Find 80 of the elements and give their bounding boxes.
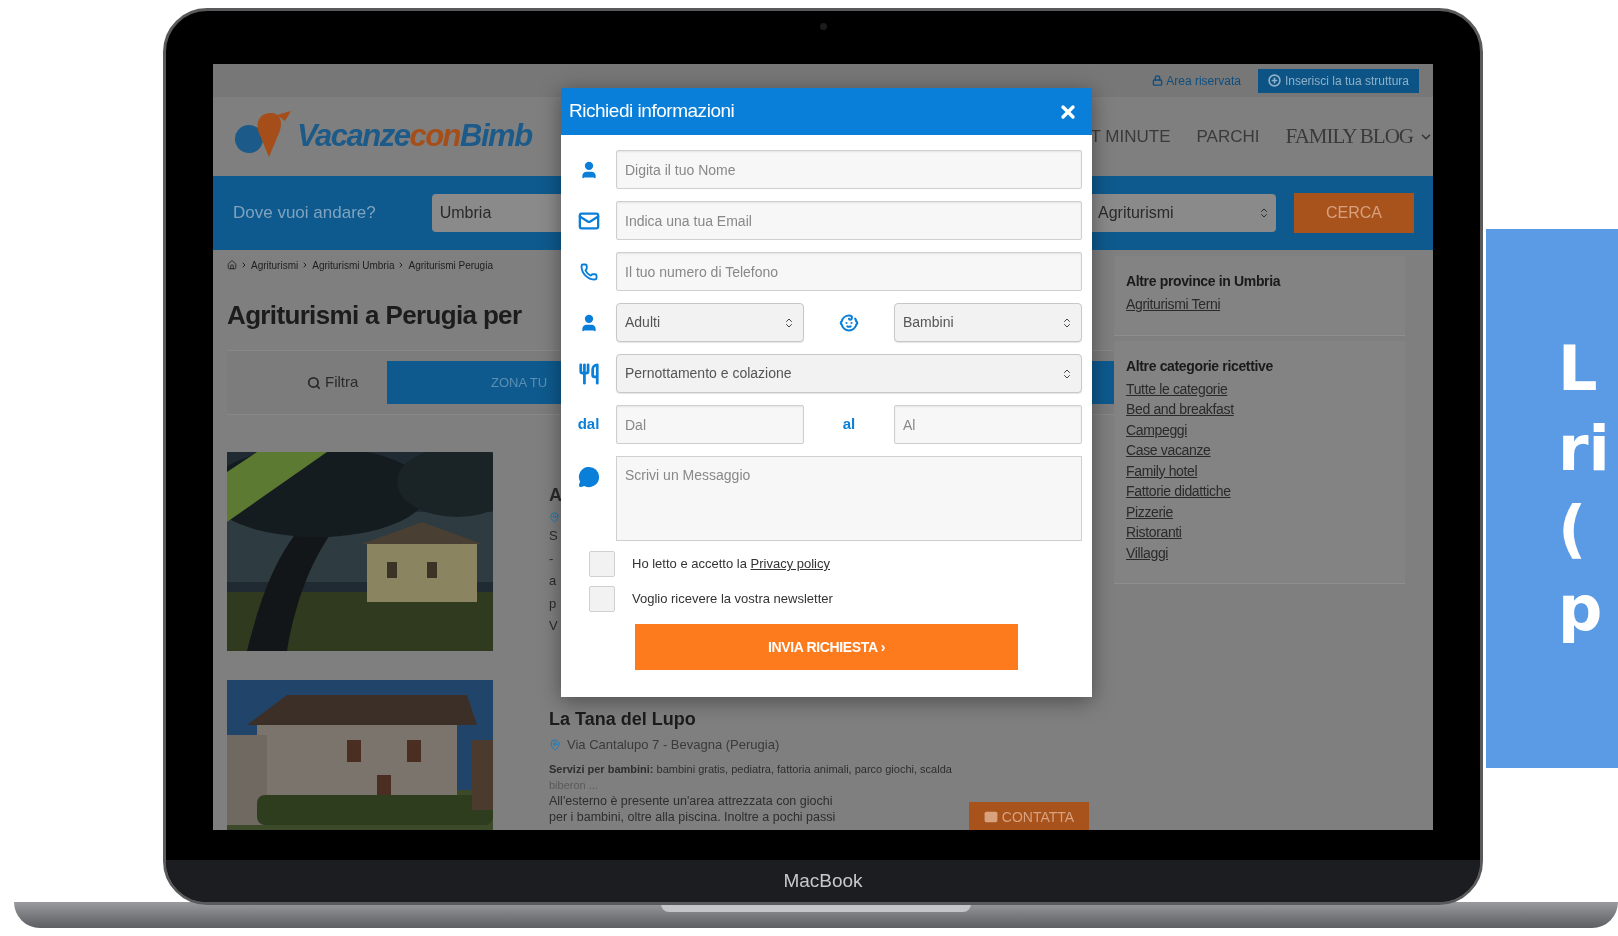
select-arrows-icon [1061, 367, 1073, 380]
device-label: MacBook [783, 868, 863, 893]
select-arrows-icon [1258, 207, 1270, 219]
speech-bubble-icon [577, 466, 600, 488]
dialog-title: Richiedi informazioni [569, 99, 735, 124]
plus-circle-icon [1267, 74, 1281, 87]
to-date-field[interactable]: Al [894, 405, 1082, 444]
search-button[interactable]: CERCA [1294, 193, 1414, 233]
nav-link[interactable]: PARCHI [1196, 123, 1260, 150]
listing-services: Servizi per bambini: bambini gratis, pediatra, fattoria animali, parco giochi, scalda [549, 761, 952, 777]
banner-text: ( [1558, 491, 1588, 567]
area-tab[interactable]: ZONA TU [387, 361, 561, 404]
nav-link[interactable]: T MINUTE [1090, 123, 1171, 150]
listing-text: All'esterno è presente un'area attrezzata con giochi [549, 793, 833, 809]
search-prompt: Dove vuoi andare? [233, 202, 376, 225]
breadcrumb-link[interactable]: Agriturismi [251, 257, 299, 273]
listing-title: La Tana del Lupo [549, 708, 696, 731]
banner-text: p [1558, 571, 1604, 647]
select-arrows-icon [783, 316, 795, 329]
reserved-area-link[interactable]: Area riservata [1166, 71, 1241, 90]
email-field[interactable]: Indica una tua Email [616, 201, 1082, 240]
select-arrows-icon [1061, 316, 1073, 329]
to-label: al [842, 414, 856, 435]
sidebar-link[interactable]: Tutte le categorie [1126, 378, 1393, 399]
from-label: dal [577, 414, 600, 435]
breadcrumb-link[interactable]: Agriturismi Perugia [408, 257, 493, 273]
add-property-button[interactable]: Inserisci la tua struttura [1257, 68, 1419, 93]
cutlery-icon [577, 362, 600, 385]
sidebar-heading: Altre province in Umbria [1126, 272, 1282, 291]
listing-text: S [549, 527, 559, 545]
region-select[interactable]: Umbria [431, 194, 561, 232]
name-field[interactable]: Digita il tuo Nome [616, 150, 1082, 189]
board-select[interactable]: Pernottamento e colazione [616, 354, 1082, 393]
area-tab-end [1092, 361, 1114, 404]
breadcrumb-link[interactable]: Agriturismi Umbria [312, 257, 395, 273]
sidebar-link[interactable]: Bed and breakfast [1126, 399, 1393, 420]
page-title: Agriturismi a Perugia per [227, 298, 522, 332]
message-field[interactable]: Scrivi un Messaggio [616, 456, 1082, 541]
logo-text: VacanzeconBimb [297, 117, 532, 156]
sidebar-link[interactable]: Case vacanze [1126, 440, 1393, 461]
pin-icon [549, 738, 561, 751]
lock-icon [1152, 75, 1164, 86]
sidebar-link[interactable]: Fattorie didattiche [1126, 481, 1393, 502]
category-select[interactable]: Agriturismi [1092, 194, 1276, 232]
sidebar-link[interactable]: Pizzerie [1126, 501, 1393, 522]
listing-address: Via Cantalupo 7 - Bevagna (Perugia) [567, 736, 780, 754]
sidebar-link[interactable]: Villaggi [1126, 542, 1393, 563]
consent-text: Voglio ricevere la vostra newsletter [632, 590, 833, 609]
adults-select[interactable]: Adulti [616, 303, 804, 342]
from-date-field[interactable]: Dal [616, 405, 804, 444]
listing-text: a [549, 572, 558, 590]
nav-dropdown[interactable]: FAMILY BLOG [1285, 120, 1433, 153]
child-icon [839, 312, 859, 333]
envelope-icon [983, 810, 998, 824]
sidebar-link[interactable]: Campeggi [1126, 419, 1393, 440]
privacy-link[interactable]: Privacy policy [750, 556, 830, 572]
checkbox[interactable] [589, 586, 615, 612]
children-select[interactable]: Bambini [894, 303, 1082, 342]
sidebar-link[interactable]: Agriturismi Terni [1126, 294, 1393, 315]
filter-label: Filtra [325, 372, 359, 393]
banner-text: ri [1558, 411, 1611, 487]
chevron-right-icon [240, 261, 248, 269]
sidebar-link[interactable]: Family hotel [1126, 460, 1393, 481]
phone-field[interactable]: Il tuo numero di Telefono [616, 252, 1082, 291]
consent-text: Ho letto e accetto la Privacy policy [632, 555, 830, 574]
contact-button[interactable]: CONTATTA [969, 802, 1089, 830]
submit-button[interactable]: INVIA RICHIESTA › [635, 624, 1018, 670]
listing-text: p [549, 594, 558, 613]
phone-icon [579, 262, 598, 281]
camera-icon [819, 23, 827, 30]
search-icon [307, 375, 321, 390]
pin-icon [549, 512, 560, 523]
listing-text: V [549, 617, 559, 635]
sidebar-heading: Altre categorie ricettive [1126, 356, 1274, 376]
sidebar-link[interactable]: Ristoranti [1126, 522, 1393, 543]
home-icon [227, 260, 237, 270]
listing-text: - [549, 549, 555, 568]
checkbox[interactable] [589, 551, 615, 577]
listing-title: A [549, 484, 562, 507]
banner-text: L [1558, 331, 1599, 407]
